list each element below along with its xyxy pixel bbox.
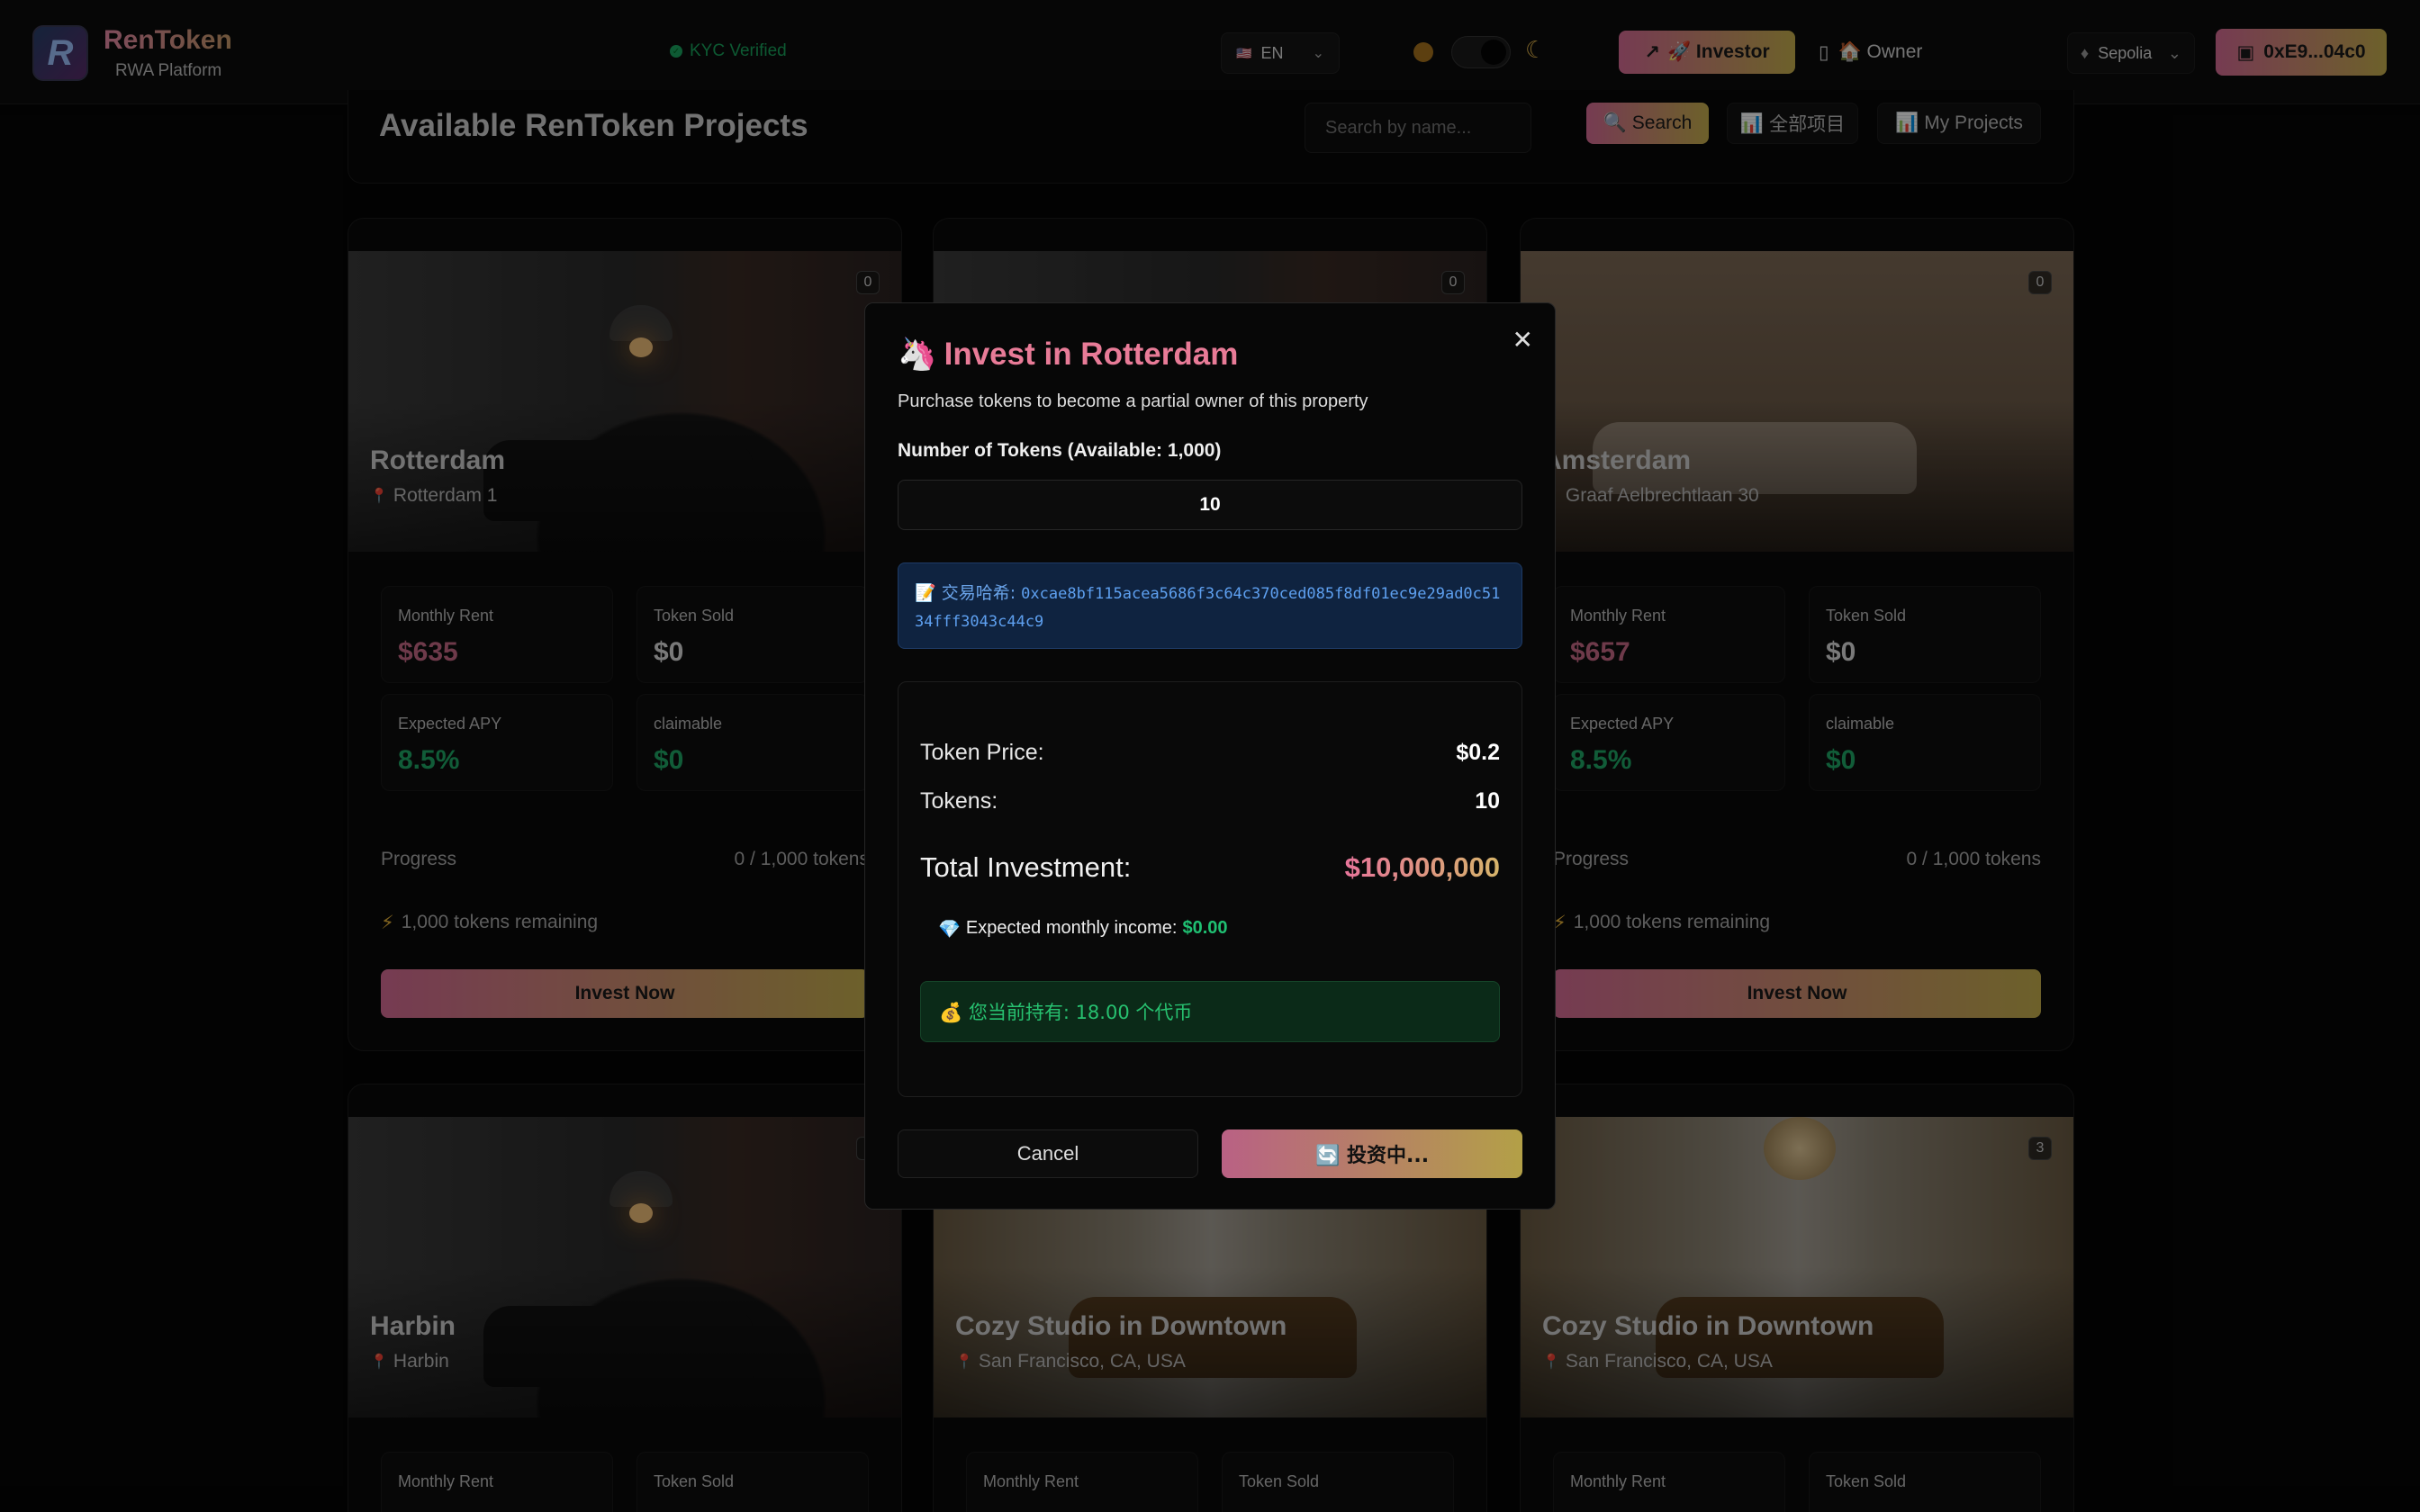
tokens-field-label: Number of Tokens (Available: 1,000)	[898, 440, 1222, 461]
tokens-row: Tokens: 10	[920, 788, 1500, 814]
total-investment-label: Total Investment:	[920, 851, 1132, 883]
income-label: Expected monthly income:	[965, 918, 1178, 938]
token-price-label: Token Price:	[920, 740, 1044, 765]
close-icon[interactable]: ✕	[1512, 325, 1533, 355]
unicorn-icon: 🦄	[898, 337, 937, 372]
tokens-value: 10	[1475, 788, 1500, 814]
current-holding: 💰 您当前持有: 18.00 个代币	[920, 981, 1500, 1042]
tokens-label: Tokens:	[920, 788, 998, 814]
total-investment-row: Total Investment: $10,000,000	[920, 851, 1500, 884]
invest-modal: ✕ 🦄 Invest in Rotterdam Purchase tokens …	[864, 302, 1556, 1210]
modal-title: 🦄 Invest in Rotterdam	[898, 336, 1238, 373]
confirm-invest-button[interactable]: 🔄 投资中...	[1222, 1130, 1522, 1178]
investment-summary: Token Price: $0.2 Tokens: 10 Total Inves…	[898, 681, 1522, 1097]
token-quantity-input[interactable]	[898, 480, 1522, 530]
token-price-value: $0.2	[1456, 740, 1500, 765]
expected-income: 💎 Expected monthly income: $0.00	[938, 918, 1228, 940]
income-value: $0.00	[1182, 918, 1228, 938]
gem-icon: 💎	[938, 920, 961, 940]
tx-hash-label: 📝 交易哈希:	[915, 583, 1016, 603]
cancel-button[interactable]: Cancel	[898, 1130, 1198, 1178]
transaction-hash-box: 📝 交易哈希: 0xcae8bf115acea5686f3c64c370ced0…	[898, 562, 1522, 649]
token-price-row: Token Price: $0.2	[920, 740, 1500, 766]
modal-title-text: Invest in Rotterdam	[944, 336, 1239, 372]
modal-subtitle: Purchase tokens to become a partial owne…	[898, 392, 1368, 411]
total-investment-value: $10,000,000	[1344, 851, 1500, 883]
